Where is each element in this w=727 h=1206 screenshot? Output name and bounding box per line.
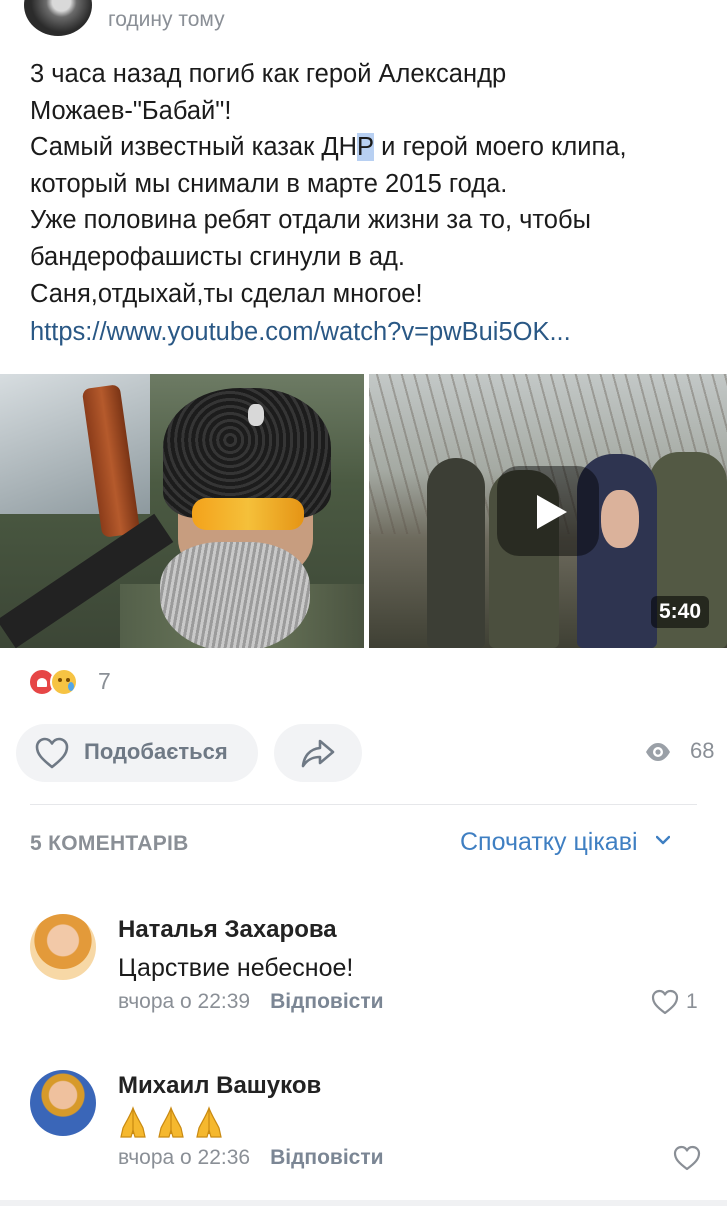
sort-label: Спочатку цікаві [460, 828, 638, 856]
comment-meta: вчора о 22:36 Відповісти [118, 1146, 384, 1170]
heart-outline-icon[interactable] [672, 1144, 702, 1172]
bottom-edge [0, 1200, 727, 1206]
reply-button[interactable]: Відповісти [270, 1146, 383, 1169]
youtube-link[interactable]: https://www.youtube.com/watch?v=pwBui5OK… [30, 314, 571, 350]
face [601, 490, 639, 548]
divider [30, 804, 697, 805]
comment-meta: вчора о 22:39 Відповісти [118, 990, 384, 1014]
comment-author[interactable]: Наталья Захарова [118, 916, 337, 944]
post-text-line: который мы снимали в марте 2015 года. [30, 169, 508, 198]
crying-face-reaction-icon [50, 668, 78, 696]
pray-emoji-icon [158, 1106, 184, 1138]
comment-emoji [118, 1104, 232, 1144]
eye-icon [646, 743, 670, 761]
yellow-glasses [192, 498, 304, 530]
share-button[interactable] [274, 724, 362, 782]
post-text-line: бандерофашисты сгинули в ад. [30, 242, 405, 271]
post-text-line: Самый известный казак ДНР и герой моего … [30, 129, 710, 166]
reactions-summary[interactable]: 7 [28, 666, 148, 698]
post-text-line: Можаев-"Бабай"! [30, 96, 232, 125]
post-text-segment: и герой моего клипа, [374, 133, 627, 162]
comments-count: 5 КОМЕНТАРІВ [30, 832, 189, 855]
heart-outline-icon[interactable] [650, 988, 680, 1016]
like-label: Подобається [84, 739, 228, 764]
play-icon [537, 495, 567, 529]
comment-like-count: 1 [686, 990, 698, 1013]
avatar[interactable] [30, 1070, 96, 1136]
post-time: годину тому [108, 8, 225, 31]
avatar[interactable] [30, 914, 96, 980]
comment-author[interactable]: Михаил Вашуков [118, 1072, 321, 1100]
gray-beard [160, 542, 310, 648]
share-arrow-icon [301, 739, 335, 768]
pray-emoji-icon [196, 1106, 222, 1138]
post-text-segment: Самый известный казак ДН [30, 133, 358, 162]
comment: Михаил Вашуков вчора о 22:36 Відповісти [0, 1062, 727, 1182]
comment: Наталья Захарова Царствие небесное! вчор… [0, 906, 727, 1026]
comment-time: вчора о 22:39 [118, 990, 251, 1013]
comment-text: Царствие небесное! [118, 954, 354, 982]
reply-button[interactable]: Відповісти [270, 990, 383, 1013]
post-text: 3 часа назад погиб как герой Александр М… [30, 56, 710, 312]
video-attachment[interactable]: 5:40 [369, 374, 727, 648]
hat-badge [248, 404, 264, 426]
post-text-line: 3 часа назад погиб как герой Александр [30, 60, 507, 88]
views-count: 68 [690, 738, 715, 763]
video-duration: 5:40 [650, 596, 709, 628]
post-header: годину тому [0, 0, 727, 40]
person-silhouette [427, 458, 485, 648]
comment-time: вчора о 22:36 [118, 1146, 251, 1169]
chevron-down-icon [656, 835, 670, 845]
post-text-line: Саня,отдыхай,ты сделал многое! [30, 279, 423, 308]
comments-sort-dropdown[interactable]: Спочатку цікаві [460, 828, 670, 862]
post-text-line: Уже половина ребят отдали жизни за то, ч… [30, 206, 591, 235]
reactions-count: 7 [98, 668, 111, 694]
pray-emoji-icon [120, 1106, 146, 1138]
selected-text: Р [357, 133, 375, 162]
like-button[interactable]: Подобається [16, 724, 258, 782]
author-avatar[interactable] [24, 0, 92, 36]
heart-outline-icon [35, 737, 69, 769]
photo-attachment[interactable] [0, 374, 364, 648]
